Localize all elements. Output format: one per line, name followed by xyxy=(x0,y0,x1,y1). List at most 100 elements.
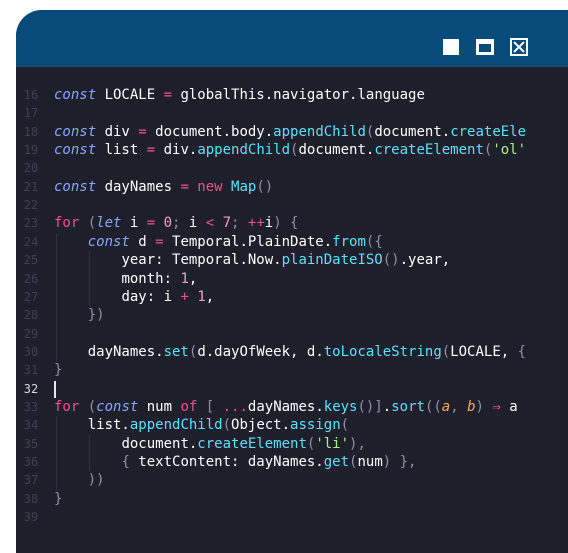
code-token: + xyxy=(180,288,198,305)
code-token: = xyxy=(138,123,156,140)
line-number: 39 xyxy=(23,510,39,525)
indent-guide xyxy=(89,251,90,307)
code-line[interactable]: 26 month: 1, xyxy=(16,270,568,288)
code-token: dayNames. xyxy=(87,343,164,360)
code-token: Object. xyxy=(231,417,291,434)
code-token: list xyxy=(104,142,147,159)
code-token: ), xyxy=(349,435,366,452)
line-number: 36 xyxy=(23,455,39,469)
line-code: document.createElement('li'), xyxy=(54,435,366,453)
code-line[interactable]: 21 const dayNames = new Map() xyxy=(16,178,568,196)
code-line[interactable]: 16 const LOCALE = globalThis.navigator.la… xyxy=(16,86,568,104)
line-number: 24 xyxy=(23,234,39,249)
line-code: list.appendChild(Object.assign( xyxy=(54,416,349,434)
line-number: 26 xyxy=(23,271,39,286)
code-token: ) xyxy=(475,398,493,415)
code-line[interactable]: 39 xyxy=(16,508,568,526)
code-line[interactable]: 25 year: Temporal.Now.plainDateISO().yea… xyxy=(16,251,568,269)
close-button[interactable] xyxy=(509,37,529,57)
text-cursor xyxy=(54,380,56,398)
code-line[interactable]: 23 for (let i = 0; i < 7; ++i) { xyxy=(16,214,568,232)
code-line[interactable]: 28 }) xyxy=(16,306,568,324)
indent-guide xyxy=(56,416,57,490)
line-code: const LOCALE = globalThis.navigator.lang… xyxy=(54,86,425,104)
code-token: () xyxy=(382,252,400,269)
line-code: day: i + 1, xyxy=(54,288,214,306)
code-token: ( xyxy=(441,343,451,360)
code-token: , xyxy=(450,398,468,415)
code-token: 'ol' xyxy=(492,142,527,159)
line-number: 19 xyxy=(23,143,39,158)
code-token: document. xyxy=(121,435,198,452)
code-line[interactable]: 18 const div = document.body.appendChild(… xyxy=(16,123,568,141)
code-editor[interactable]: 16 const LOCALE = globalThis.navigator.la… xyxy=(16,67,568,553)
line-number: 28 xyxy=(23,308,39,323)
code-token: ()] xyxy=(357,398,383,415)
code-token: for xyxy=(54,215,88,232)
maximize-button[interactable] xyxy=(475,37,495,57)
code-token: year: Temporal.Now. xyxy=(121,252,282,269)
line-code: dayNames.set (d.dayOfWeek, d.toLocaleStri… xyxy=(54,343,526,361)
line-number: 32 xyxy=(23,381,39,396)
code-line[interactable]: 33 for (const num of [ ...dayNames.keys()… xyxy=(16,398,568,416)
line-code: } xyxy=(54,490,62,508)
code-token: assign xyxy=(290,417,341,434)
code-line[interactable]: 37 )) xyxy=(16,471,568,489)
code-token: createElement xyxy=(197,435,307,452)
line-number: 22 xyxy=(23,198,39,213)
code-token: createElement xyxy=(374,142,484,159)
code-token: globalThis.navigator.language xyxy=(180,87,425,103)
code-token: const xyxy=(54,123,105,140)
code-token: ; xyxy=(172,215,189,232)
code-line[interactable]: 20 xyxy=(16,159,568,177)
code-token: < xyxy=(205,215,223,232)
maximize-icon xyxy=(476,39,494,55)
code-token: (( xyxy=(424,398,442,415)
code-token: dayNames xyxy=(104,178,181,195)
code-line[interactable]: 24 const d = Temporal.PlainDate.from({ xyxy=(16,233,568,251)
code-token: const xyxy=(54,178,105,195)
line-number: 18 xyxy=(23,124,39,139)
code-line[interactable]: 17 xyxy=(16,104,568,122)
line-code: { textContent: dayNames.get(num) }, xyxy=(54,453,416,471)
code-line[interactable]: 38} xyxy=(16,490,568,508)
code-token: i xyxy=(264,215,274,232)
code-line[interactable]: 34 list.appendChild(Object.assign( xyxy=(16,416,568,434)
code-line[interactable]: 31} xyxy=(16,361,568,379)
code-token: dayNames. xyxy=(247,398,324,415)
minimize-button[interactable] xyxy=(441,37,461,57)
code-token: = xyxy=(146,142,164,159)
line-code: const list = div.appendChild(document.cr… xyxy=(54,141,526,159)
line-number: 34 xyxy=(23,418,39,433)
code-token: ) { xyxy=(273,215,299,232)
code-token: i xyxy=(188,215,206,232)
code-token: appendChild xyxy=(129,417,223,434)
code-line[interactable]: 36 { textContent: dayNames.get(num) }, xyxy=(16,453,568,471)
code-token: i xyxy=(129,215,147,232)
line-number: 35 xyxy=(23,436,39,451)
code-token: list. xyxy=(87,417,130,434)
code-token: document. xyxy=(298,142,375,159)
code-line[interactable]: 27 day: i + 1, xyxy=(16,288,568,306)
code-token: } xyxy=(54,490,63,507)
code-token: toLocaleString xyxy=(323,343,442,360)
code-token: )) xyxy=(87,472,105,489)
indent-guide xyxy=(56,232,57,362)
code-line[interactable]: 35 document.createElement('li'), xyxy=(16,435,568,453)
code-line[interactable]: 22 xyxy=(16,196,568,214)
code-line[interactable]: 30 dayNames.set (d.dayOfWeek, d.toLocaleS… xyxy=(16,343,568,361)
code-line[interactable]: 32 xyxy=(16,380,568,398)
line-code: } xyxy=(54,361,62,379)
line-code: }) xyxy=(54,306,105,324)
code-token: createEle xyxy=(450,123,527,140)
indent-guide xyxy=(89,434,90,472)
line-number: 29 xyxy=(23,326,39,341)
code-token: div. xyxy=(163,142,198,159)
code-line[interactable]: 19 const list = div.appendChild(document.… xyxy=(16,141,568,159)
code-line[interactable]: 29 xyxy=(16,325,568,343)
line-number: 31 xyxy=(23,363,39,378)
